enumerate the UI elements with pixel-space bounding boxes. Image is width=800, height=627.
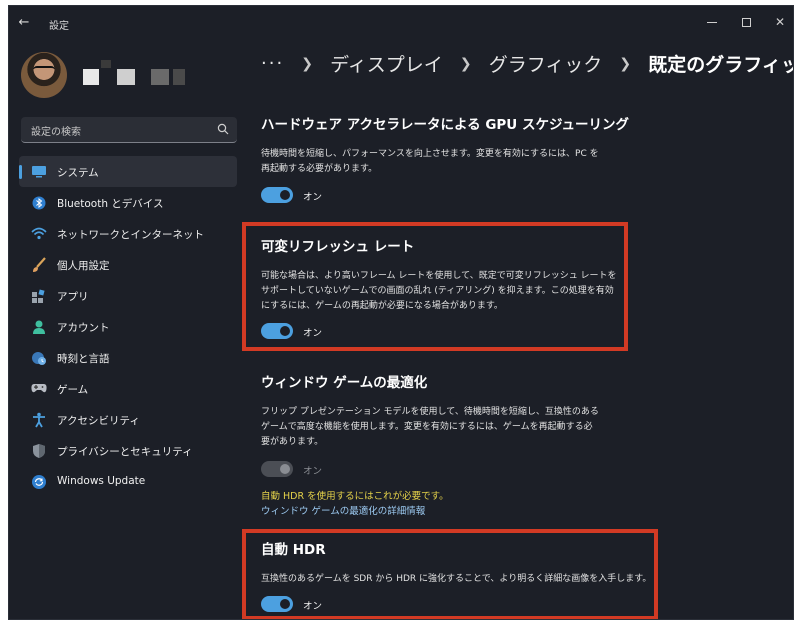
display-icon: [31, 164, 47, 180]
redacted-name-block: [117, 69, 135, 85]
shield-icon: [31, 443, 47, 459]
redacted-name-block: [83, 69, 99, 85]
update-icon: [31, 474, 47, 490]
sidebar-item-accounts[interactable]: アカウント: [19, 311, 237, 342]
breadcrumb-item-display[interactable]: ディスプレイ: [330, 50, 443, 77]
highlight-box-auto-hdr: [242, 529, 658, 619]
redacted-name-block: [173, 69, 185, 85]
sidebar-item-label: プライバシーとセキュリティ: [57, 446, 193, 458]
sidebar-item-label: アプリ: [57, 291, 89, 303]
redacted-name-block: [101, 60, 111, 68]
sidebar-item-gaming[interactable]: ゲーム: [19, 373, 237, 404]
description-line: 要があります。: [261, 437, 324, 447]
sidebar-item-label: 時刻と言語: [57, 353, 110, 365]
description-line: 待機時間を短縮し、パフォーマンスを向上させます。変更を有効にするには、PC を: [261, 149, 599, 159]
bluetooth-icon: [31, 195, 47, 211]
section-description: フリップ プレゼンテーション モデルを使用して、待機時間を短縮し、互換性のある …: [261, 405, 631, 450]
description-line: 再起動する必要があります。: [261, 164, 378, 174]
back-arrow-icon[interactable]: ←: [15, 14, 33, 32]
sidebar-item-label: Bluetooth とデバイス: [57, 198, 164, 210]
toggle-label: オン: [303, 192, 323, 203]
brush-icon: [31, 257, 47, 273]
windowed-game-optimization-toggle[interactable]: [261, 461, 293, 477]
sidebar-item-personalization[interactable]: 個人用設定: [19, 249, 237, 280]
close-icon[interactable]: ✕: [763, 10, 793, 34]
windowed-game-optimization-section: ウィンドウ ゲームの最適化 フリップ プレゼンテーション モデルを使用して、待機…: [261, 371, 631, 450]
gamepad-icon: [31, 381, 47, 397]
sidebar-item-label: アカウント: [57, 322, 110, 334]
search-icon: [217, 123, 229, 135]
sidebar-item-accessibility[interactable]: アクセシビリティ: [19, 404, 237, 435]
chevron-right-icon: ❯: [459, 55, 472, 72]
user-profile[interactable]: [21, 52, 241, 100]
toggle-knob: [280, 464, 290, 474]
wifi-icon: [31, 226, 47, 242]
redacted-name-block: [151, 69, 169, 85]
title-bar: ← 設定 ✕: [9, 6, 793, 40]
breadcrumb-more-button[interactable]: ···: [261, 53, 284, 74]
breadcrumb: ··· ❯ ディスプレイ ❯ グラフィック ❯ 既定のグラフィック設定: [261, 50, 793, 80]
description-line: ゲームで高度な機能を使用します。変更を有効にするには、ゲームを再起動する必: [261, 422, 593, 432]
chevron-right-icon: ❯: [301, 55, 313, 72]
minimize-icon[interactable]: [695, 10, 729, 34]
apps-icon: [31, 288, 47, 304]
sidebar-item-system[interactable]: システム: [19, 156, 237, 187]
sidebar-item-label: ネットワークとインターネット: [57, 229, 204, 241]
account-icon: [31, 319, 47, 335]
sidebar-item-label: Windows Update: [57, 475, 146, 487]
sidebar-item-label: 個人用設定: [57, 260, 110, 272]
page-title: 既定のグラフィック設定: [648, 54, 793, 76]
sidebar-nav: システム Bluetooth とデバイス ネットワークとインターネット 個人用設…: [19, 156, 239, 497]
search-placeholder: 設定の検索: [31, 127, 81, 138]
section-description: 待機時間を短縮し、パフォーマンスを向上させます。変更を有効にするには、PC を …: [261, 147, 631, 177]
sidebar-item-label: システム: [57, 167, 99, 179]
avatar[interactable]: [21, 52, 67, 98]
sidebar-item-apps[interactable]: アプリ: [19, 280, 237, 311]
auto-hdr-requirement-warning: 自動 HDR を使用するにはこれが必要です。: [261, 491, 449, 502]
accessibility-icon: [31, 412, 47, 428]
toggle-knob: [280, 190, 290, 200]
search-input[interactable]: 設定の検索: [21, 117, 237, 143]
settings-window: ← 設定 ✕ 設定の検索 システム Bluetooth とデバイス ネットワーク…: [8, 5, 794, 620]
description-line: フリップ プレゼンテーション モデルを使用して、待機時間を短縮し、互換性のある: [261, 407, 599, 417]
sidebar-item-label: ゲーム: [57, 384, 89, 396]
chevron-right-icon: ❯: [619, 55, 632, 72]
toggle-label: オン: [303, 466, 323, 477]
sidebar-item-bluetooth[interactable]: Bluetooth とデバイス: [19, 187, 237, 218]
windowed-optimization-details-link[interactable]: ウィンドウ ゲームの最適化の詳細情報: [261, 503, 425, 517]
breadcrumb-item-graphics[interactable]: グラフィック: [489, 50, 603, 77]
highlight-box-variable-refresh-rate: [242, 222, 628, 351]
clock-globe-icon: [31, 350, 47, 366]
sidebar-item-time-language[interactable]: 時刻と言語: [19, 342, 237, 373]
gpu-scheduling-section: ハードウェア アクセラレータによる GPU スケジューリング 待機時間を短縮し、…: [261, 113, 631, 177]
sidebar-item-network[interactable]: ネットワークとインターネット: [19, 218, 237, 249]
app-title: 設定: [49, 21, 69, 32]
sidebar-item-windows-update[interactable]: Windows Update: [19, 466, 237, 497]
maximize-icon[interactable]: [729, 10, 763, 34]
selection-indicator: [19, 165, 22, 179]
section-title: ウィンドウ ゲームの最適化: [261, 375, 428, 391]
sidebar-item-label: アクセシビリティ: [57, 415, 140, 427]
sidebar-item-privacy[interactable]: プライバシーとセキュリティ: [19, 435, 237, 466]
gpu-scheduling-toggle[interactable]: [261, 187, 293, 203]
section-title: ハードウェア アクセラレータによる GPU スケジューリング: [261, 117, 630, 133]
